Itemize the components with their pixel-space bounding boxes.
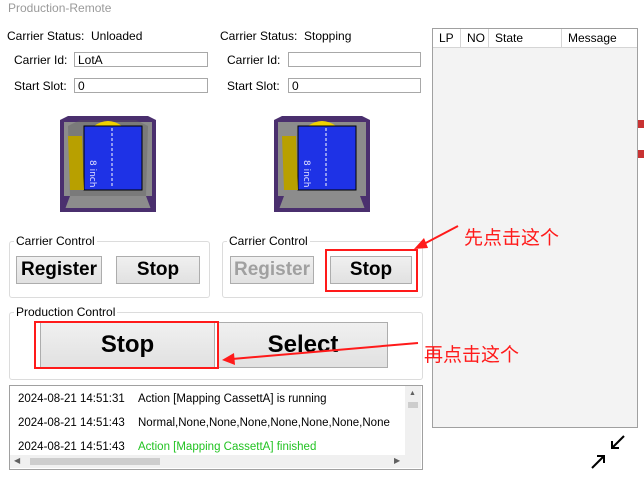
annotation-first: 先点击这个 <box>464 227 560 249</box>
annotation-second: 再点击这个 <box>424 344 520 366</box>
